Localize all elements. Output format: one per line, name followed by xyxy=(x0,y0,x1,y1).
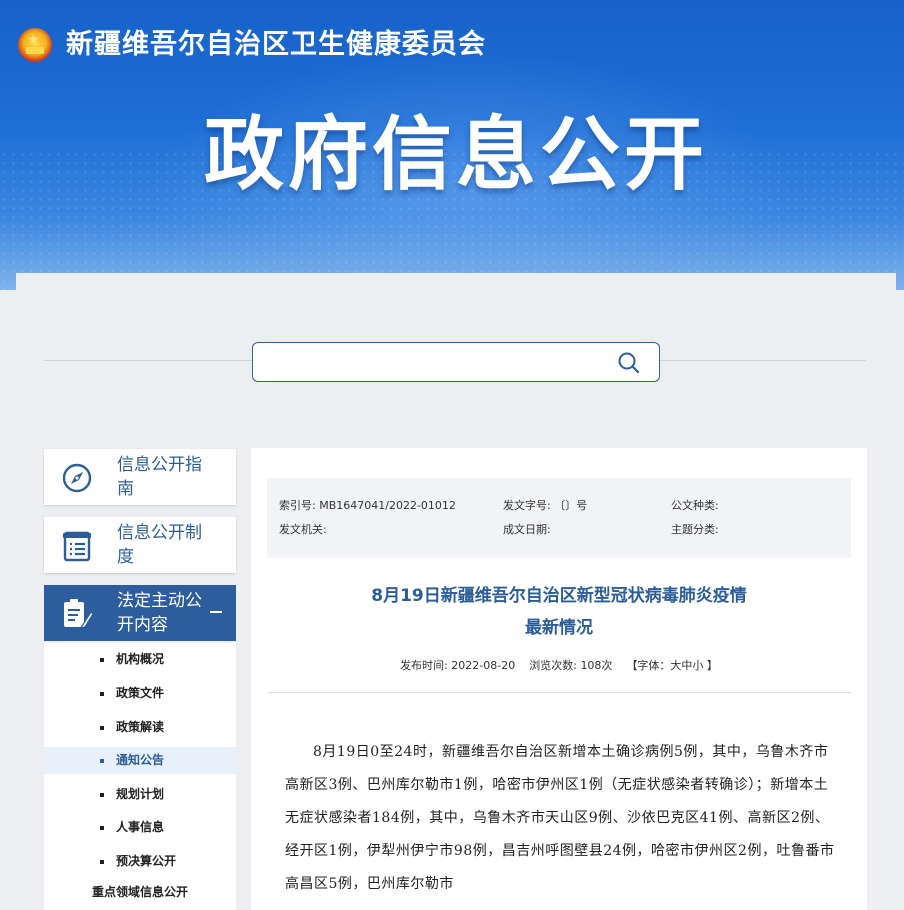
collapse-minus-icon[interactable] xyxy=(210,611,222,613)
meta-doc-no: 发文字号: 〔〕号 xyxy=(503,499,588,512)
hero-title: 政府信息公开 xyxy=(204,108,708,201)
article-panel: 索引号: MB1647041/2022-01012 发文字号: 〔〕号 公文种类… xyxy=(251,448,867,910)
meta-topic: 主题分类: xyxy=(671,523,719,536)
bullet-icon xyxy=(100,692,104,696)
publish-label: 发布时间: xyxy=(400,659,448,672)
bullet-icon xyxy=(100,759,104,763)
nav-label: 法定主动公开内容 xyxy=(117,591,202,635)
sub-item-notices[interactable]: 通知公告 xyxy=(44,747,236,774)
article-title-line1: 8月19日新疆维吾尔自治区新型冠状病毒肺炎疫情 xyxy=(371,586,747,606)
bullet-icon xyxy=(100,860,104,864)
search-divider-right xyxy=(660,360,866,361)
compass-icon xyxy=(62,463,92,493)
nav-info-system[interactable]: 信息公开制度 xyxy=(44,517,236,573)
article-title: 8月19日新疆维吾尔自治区新型冠状病毒肺炎疫情 最新情况 xyxy=(251,580,867,644)
search-divider-left xyxy=(44,360,252,361)
sub-item-planning[interactable]: 规划计划 xyxy=(44,781,236,808)
bullet-icon xyxy=(100,726,104,730)
sub-item-policy-interpretation[interactable]: 政策解读 xyxy=(44,714,236,741)
sub-item-label: 通知公告 xyxy=(116,753,165,767)
article-divider xyxy=(267,692,851,693)
search-box xyxy=(252,342,660,382)
sub-item-label: 政策文件 xyxy=(116,686,165,700)
article-body: 8月19日0至24时，新疆维吾尔自治区新增本土确诊病例5例，其中，乌鲁木齐市高新… xyxy=(285,744,835,892)
views-label: 浏览次数: xyxy=(529,659,577,672)
meta-issuer: 发文机关: xyxy=(279,523,327,536)
sub-item-label: 预决算公开 xyxy=(116,854,177,868)
font-size-switch[interactable]: 【字体：大中小 】 xyxy=(626,659,718,672)
search-icon[interactable] xyxy=(617,351,641,375)
sub-menu: 机构概况 政策文件 政策解读 通知公告 规划计划 人事信息 预决算公开 重点领域… xyxy=(44,643,236,910)
meta-date: 成文日期: xyxy=(503,523,551,536)
main-card: 信息公开指南 信息公开制度 法定主动公开内容 机构概况 政策文件 政策解读 通知… xyxy=(16,273,896,910)
sub-item-label: 规划计划 xyxy=(116,787,165,801)
nav-label: 信息公开指南 xyxy=(117,455,202,499)
sub-item-personnel[interactable]: 人事信息 xyxy=(44,814,236,841)
nav-statutory-content[interactable]: 法定主动公开内容 xyxy=(44,585,236,641)
bullet-icon xyxy=(100,793,104,797)
document-edit-icon xyxy=(64,599,94,629)
sub-item-label: 机构概况 xyxy=(116,652,165,666)
header-banner: ★ 新疆维吾尔自治区卫生健康委员会 政府信息公开 xyxy=(0,0,904,290)
meta-box: 索引号: MB1647041/2022-01012 发文字号: 〔〕号 公文种类… xyxy=(267,478,851,558)
publish-date: 2022-08-20 xyxy=(451,659,516,672)
bullet-icon xyxy=(100,658,104,662)
sub-item-label: 政策解读 xyxy=(116,720,165,734)
article-title-line2: 最新情况 xyxy=(525,618,593,638)
views-value: 108次 xyxy=(580,659,613,672)
sub-item-policy-docs[interactable]: 政策文件 xyxy=(44,680,236,707)
bullet-icon xyxy=(100,826,104,830)
sub-item-label: 人事信息 xyxy=(116,820,165,834)
document-list-icon xyxy=(63,531,91,562)
nav-info-guide[interactable]: 信息公开指南 xyxy=(44,449,236,505)
publish-info: 发布时间: 2022-08-20 浏览次数: 108次 【字体：大中小 】 xyxy=(251,658,867,674)
site-name[interactable]: 新疆维吾尔自治区卫生健康委员会 xyxy=(66,27,486,63)
national-emblem-icon: ★ xyxy=(18,28,52,62)
meta-doc-type: 公文种类: xyxy=(671,499,719,512)
search-input[interactable] xyxy=(263,349,603,375)
nav-label: 信息公开制度 xyxy=(117,523,202,567)
sub-heading-key-areas[interactable]: 重点领域信息公开 xyxy=(92,883,188,901)
sub-item-org-overview[interactable]: 机构概况 xyxy=(44,646,236,673)
meta-index: 索引号: MB1647041/2022-01012 xyxy=(279,499,456,512)
sub-item-budget[interactable]: 预决算公开 xyxy=(44,848,236,875)
